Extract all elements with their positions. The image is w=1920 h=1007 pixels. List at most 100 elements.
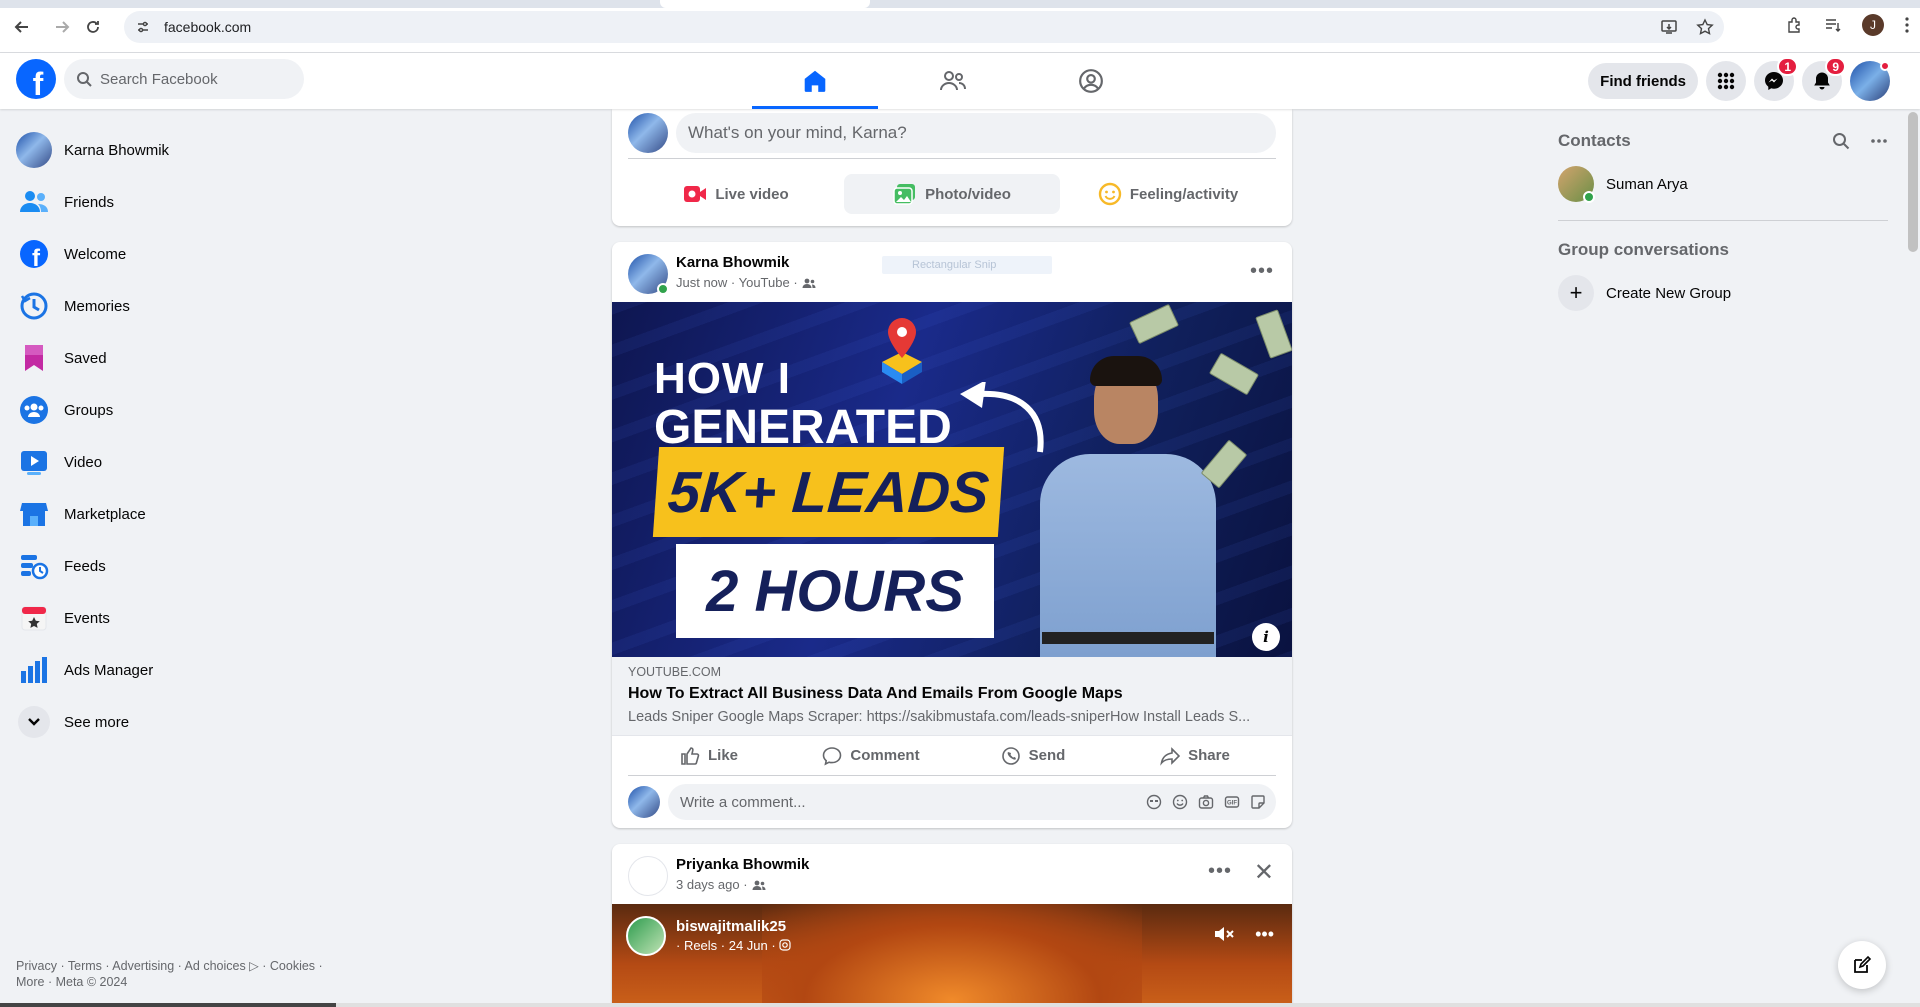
create-group-label: Create New Group: [1606, 284, 1732, 302]
reel-creator-name[interactable]: biswajitmalik25: [676, 918, 786, 935]
forward-button[interactable]: [49, 14, 75, 40]
chrome-profile-avatar[interactable]: J: [1862, 14, 1884, 36]
bookmark-star-icon[interactable]: [1696, 18, 1714, 36]
sidebar-item-saved[interactable]: Saved: [8, 332, 348, 384]
comment-icon: [823, 746, 842, 765]
url-text[interactable]: facebook.com: [164, 19, 251, 35]
like-button[interactable]: Like: [628, 736, 790, 775]
link-preview[interactable]: YOUTUBE.COM How To Extract All Business …: [612, 657, 1292, 736]
send-button[interactable]: Send: [952, 736, 1114, 775]
notifications-button[interactable]: 9: [1802, 57, 1846, 101]
sidebar-item-memories[interactable]: Memories: [8, 280, 348, 332]
live-video-button[interactable]: Live video: [628, 174, 844, 214]
emoji-icon[interactable]: [1172, 794, 1188, 810]
sidebar-item-label: Video: [64, 453, 103, 471]
reel-creator-avatar[interactable]: [626, 916, 666, 956]
search-bar[interactable]: [64, 59, 304, 99]
thumbs-up-icon: [681, 746, 700, 765]
new-message-button[interactable]: [1838, 941, 1886, 989]
friends-audience-icon[interactable]: [752, 879, 766, 891]
mute-icon[interactable]: [1213, 924, 1235, 944]
sidebar-item-video[interactable]: Video: [8, 436, 348, 488]
address-bar[interactable]: facebook.com: [124, 11, 1724, 43]
footer-links[interactable]: Privacy · Terms · Advertising · Ad choic…: [16, 958, 336, 990]
thumbnail-text-line1: HOW I: [654, 354, 791, 403]
account-alert-dot: [1880, 61, 1890, 71]
profile-avatar: [16, 132, 52, 168]
info-icon[interactable]: i: [1252, 623, 1280, 651]
sidebar-item-groups[interactable]: Groups: [8, 384, 348, 436]
search-contacts-icon[interactable]: [1832, 132, 1850, 150]
search-icon: [77, 72, 92, 87]
composer-input[interactable]: What's on your mind, Karna?: [676, 112, 1276, 153]
composer-avatar[interactable]: [628, 112, 668, 153]
site-info-icon[interactable]: [134, 18, 152, 36]
contacts-options-icon[interactable]: [1870, 132, 1888, 150]
more-options-icon[interactable]: •••: [1208, 860, 1232, 883]
facebook-logo-icon[interactable]: f: [16, 59, 56, 99]
photo-video-button[interactable]: Photo/video: [844, 174, 1060, 214]
contact-name: Suman Arya: [1606, 175, 1688, 193]
comment-button[interactable]: Comment: [790, 736, 952, 775]
sidebar-item-events[interactable]: Events: [8, 592, 348, 644]
avatar-sticker-icon[interactable]: [1146, 794, 1162, 810]
sidebar-item-friends[interactable]: Friends: [8, 176, 348, 228]
reel-more-icon[interactable]: •••: [1255, 924, 1274, 945]
tab-home[interactable]: [752, 53, 878, 109]
groups-icon: [16, 392, 52, 428]
create-group-button[interactable]: + Create New Group: [1558, 267, 1888, 319]
map-pin-icon: [882, 318, 922, 384]
friends-audience-icon[interactable]: [802, 277, 816, 289]
commenter-avatar[interactable]: [628, 786, 660, 818]
sidebar-item-ads-manager[interactable]: Ads Manager: [8, 644, 348, 696]
reload-button[interactable]: [80, 14, 106, 40]
facebook-header: f Find friends 1 9: [0, 53, 1920, 109]
sidebar-item-label: Saved: [64, 349, 107, 367]
find-friends-button[interactable]: Find friends: [1588, 63, 1698, 99]
install-app-icon[interactable]: [1660, 18, 1678, 36]
feeling-activity-button[interactable]: Feeling/activity: [1060, 174, 1276, 214]
search-input[interactable]: [100, 70, 280, 88]
sidebar-item-profile[interactable]: Karna Bhowmik: [8, 124, 348, 176]
sticker-icon[interactable]: [1250, 794, 1266, 810]
post-timestamp[interactable]: 3 days ago ·: [676, 877, 748, 892]
sidebar-item-welcome[interactable]: f Welcome: [8, 228, 348, 280]
reel-video[interactable]: biswajitmalik25 · Reels · 24 Jun · •••: [612, 904, 1292, 1007]
camera-icon[interactable]: [1198, 794, 1214, 810]
post-author-avatar[interactable]: [628, 254, 669, 295]
sidebar-item-feeds[interactable]: Feeds: [8, 540, 348, 592]
tab-profile[interactable]: [1028, 53, 1154, 109]
post-author-avatar[interactable]: [628, 856, 668, 896]
link-title[interactable]: How To Extract All Business Data And Ema…: [628, 685, 1276, 703]
contact-item[interactable]: Suman Arya: [1558, 158, 1888, 210]
online-status-dot: [657, 283, 669, 295]
footer-line-2[interactable]: More · Meta © 2024: [16, 974, 336, 990]
share-button[interactable]: Share: [1114, 736, 1276, 775]
extensions-icon[interactable]: [1786, 16, 1804, 34]
gif-icon[interactable]: GIF: [1224, 794, 1240, 810]
post-timestamp[interactable]: Just now · YouTube ·: [676, 275, 798, 290]
close-icon[interactable]: ✕: [1254, 858, 1274, 887]
footer-line-1[interactable]: Privacy · Terms · Advertising · Ad choic…: [16, 958, 336, 974]
link-domain: YOUTUBE.COM: [628, 665, 722, 679]
menu-button[interactable]: [1706, 61, 1746, 101]
home-icon: [804, 70, 826, 92]
more-options-icon[interactable]: •••: [1250, 260, 1274, 283]
comment-input[interactable]: Write a comment... GIF: [668, 784, 1276, 820]
post-author-name[interactable]: Karna Bhowmik: [676, 254, 789, 271]
messenger-button[interactable]: 1: [1754, 57, 1798, 101]
reading-list-icon[interactable]: [1824, 16, 1842, 34]
sidebar-item-see-more[interactable]: See more: [8, 696, 348, 748]
account-avatar[interactable]: [1850, 61, 1890, 101]
page-scrollbar[interactable]: [1908, 112, 1918, 252]
active-tab[interactable]: [660, 0, 870, 8]
tab-friends[interactable]: [890, 53, 1016, 109]
sidebar-item-marketplace[interactable]: Marketplace: [8, 488, 348, 540]
chevron-down-icon: [18, 706, 50, 738]
post-author-name[interactable]: Priyanka Bhowmik: [676, 856, 809, 873]
back-button[interactable]: [9, 14, 35, 40]
profile-tab-icon: [1079, 69, 1103, 93]
chrome-menu-icon[interactable]: [1904, 16, 1910, 34]
svg-text:f: f: [32, 245, 41, 269]
link-thumbnail[interactable]: HOW I GENERATED 5K+ LEADS 2 HOURS i: [612, 302, 1292, 657]
